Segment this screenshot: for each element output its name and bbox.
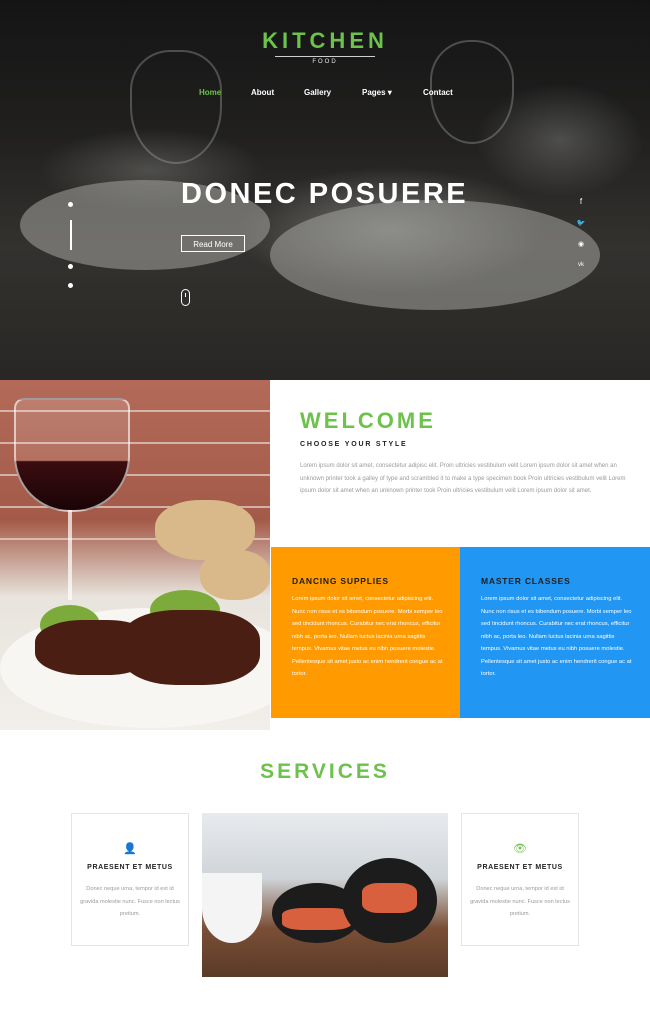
card-text: Donec neque urna, tempor id est id gravi…: [470, 886, 570, 917]
slider-dot-1[interactable]: [68, 202, 73, 207]
nav-contact[interactable]: Contact: [423, 88, 453, 97]
box-title: MASTER CLASSES: [481, 576, 571, 586]
rss-icon[interactable]: ◉: [574, 240, 588, 248]
welcome-title: WELCOME: [300, 408, 436, 433]
welcome-text: Lorem ipsum dolor sit amet, consectetur …: [300, 463, 626, 494]
ribs: [120, 610, 260, 685]
services-title: SERVICES: [260, 760, 390, 783]
eye-icon: 👁: [513, 843, 527, 855]
side-bowl: [202, 873, 262, 943]
service-card[interactable]: 👤 PRAESENT ET METUS Donec neque urna, te…: [71, 813, 189, 946]
vk-icon[interactable]: vk: [574, 262, 588, 268]
scroll-down-icon[interactable]: [181, 289, 190, 306]
bread: [200, 550, 270, 600]
nav-home[interactable]: Home: [199, 88, 221, 97]
dancing-supplies-box: DANCING SUPPLIES Lorem ipsum dolor sit a…: [271, 547, 460, 718]
wine-glass-stem: [68, 510, 72, 600]
burger-filling: [362, 883, 417, 913]
welcome-section: WELCOME CHOOSE YOUR STYLE Lorem ipsum do…: [271, 380, 650, 547]
nav-about[interactable]: About: [251, 88, 274, 97]
read-more-button[interactable]: Read More: [181, 235, 245, 252]
slider-dot-4[interactable]: [68, 283, 73, 288]
burger-image: [202, 813, 448, 977]
box-title: DANCING SUPPLIES: [292, 576, 389, 586]
hero-banner: KITCHEN FOOD Home About Gallery Pages ▾ …: [0, 0, 650, 380]
food-image: [0, 380, 270, 730]
nav-pages[interactable]: Pages ▾: [362, 88, 392, 97]
master-classes-box: MASTER CLASSES Lorem ipsum dolor sit ame…: [460, 547, 650, 718]
logo-subtitle: FOOD: [275, 56, 375, 65]
hero-title: DONEC POSUERE: [181, 178, 469, 210]
twitter-icon[interactable]: 🐦: [574, 219, 588, 227]
welcome-subtitle: CHOOSE YOUR STYLE: [300, 441, 408, 448]
main-nav: Home About Gallery Pages ▾ Contact: [0, 88, 650, 102]
slider-dot-3[interactable]: [68, 264, 73, 269]
logo-title[interactable]: KITCHEN: [262, 28, 388, 54]
slider-dot-active[interactable]: [70, 220, 72, 250]
site-logo[interactable]: KITCHEN FOOD: [0, 28, 650, 65]
user-icon: 👤: [123, 843, 137, 855]
box-text: Lorem ipsum dolor sit amet, consectetur …: [292, 596, 443, 677]
burger-filling: [282, 908, 352, 930]
facebook-icon[interactable]: f: [574, 197, 588, 206]
nav-gallery[interactable]: Gallery: [304, 88, 331, 97]
service-card[interactable]: 👁 PRAESENT ET METUS Donec neque urna, te…: [461, 813, 579, 946]
card-title: PRAESENT ET METUS: [477, 864, 563, 871]
card-text: Donec neque urna, tempor id est id gravi…: [80, 886, 180, 917]
box-text: Lorem ipsum dolor sit amet, consectetur …: [481, 596, 632, 677]
wine-glass: [14, 398, 130, 512]
card-title: PRAESENT ET METUS: [87, 864, 173, 871]
